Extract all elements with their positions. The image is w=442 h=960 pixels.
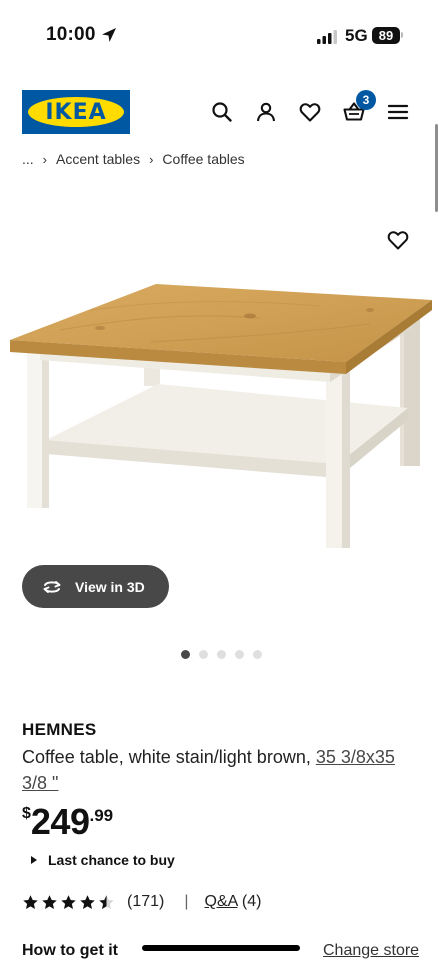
- breadcrumb-ellipsis[interactable]: ...: [22, 151, 34, 167]
- status-time: 10:00: [46, 24, 96, 45]
- pagination-dot[interactable]: [181, 650, 190, 659]
- signal-icon: [317, 30, 337, 44]
- availability-label: Last chance to buy: [48, 852, 175, 868]
- cart-count-badge: 3: [356, 90, 376, 110]
- breadcrumb: ... › Accent tables › Coffee tables: [22, 150, 245, 168]
- product-image[interactable]: [0, 220, 442, 580]
- product-price: $ 249 .99: [22, 803, 113, 843]
- view-in-3d-button[interactable]: View in 3D: [22, 565, 169, 608]
- menu-icon[interactable]: [386, 100, 410, 124]
- chevron-right-icon: ›: [149, 151, 154, 167]
- half-star-icon: [99, 894, 114, 909]
- product-type: Coffee table, white stain/light brown,: [22, 747, 316, 767]
- price-currency: $: [22, 805, 31, 822]
- chevron-right-icon: ›: [42, 151, 48, 167]
- star-icon: [23, 894, 38, 909]
- search-icon[interactable]: [210, 100, 234, 124]
- network-type: 5G: [345, 26, 368, 45]
- rating-row: (171) | Q&A (4): [22, 891, 261, 913]
- pagination-dot[interactable]: [199, 650, 208, 659]
- breadcrumb-accent-tables[interactable]: Accent tables: [56, 151, 140, 167]
- battery-icon: 89: [372, 27, 400, 44]
- price-main: 249: [30, 801, 90, 842]
- account-icon[interactable]: [254, 100, 278, 124]
- change-store-link[interactable]: Change store: [323, 942, 419, 960]
- qa-count: (4): [237, 893, 262, 910]
- product-name: HEMNES: [22, 720, 97, 739]
- status-bar: 10:00 5G 89: [0, 0, 442, 70]
- rotate-3d-icon: [43, 580, 61, 593]
- battery-tip: [401, 32, 403, 38]
- image-pagination: [181, 650, 262, 659]
- view-in-3d-label: View in 3D: [75, 578, 145, 595]
- pagination-dot[interactable]: [235, 650, 244, 659]
- pagination-dot[interactable]: [217, 650, 226, 659]
- location-arrow-icon: [102, 28, 116, 42]
- qa-link[interactable]: Q&A (4): [205, 893, 262, 911]
- star-icon: [42, 894, 57, 909]
- logo-oval: IKEA: [28, 97, 124, 127]
- price-cents: .99: [89, 806, 114, 825]
- ikea-logo[interactable]: IKEA: [22, 90, 130, 134]
- home-indicator: [142, 945, 300, 951]
- heart-icon[interactable]: [298, 100, 322, 124]
- availability-toggle[interactable]: Last chance to buy: [31, 852, 175, 868]
- logo-text: IKEA: [45, 99, 107, 125]
- product-description: Coffee table, white stain/light brown, 3…: [22, 744, 422, 796]
- favorite-heart-icon[interactable]: [385, 228, 411, 252]
- breadcrumb-coffee-tables[interactable]: Coffee tables: [162, 151, 244, 167]
- pagination-dot[interactable]: [253, 650, 262, 659]
- qa-label: Q&A: [204, 893, 238, 910]
- rating-count[interactable]: (171): [127, 893, 164, 911]
- caret-right-icon: [31, 856, 37, 864]
- rating-separator: |: [184, 893, 189, 910]
- star-icon: [61, 894, 76, 909]
- star-icon: [80, 894, 95, 909]
- star-rating[interactable]: [22, 894, 115, 911]
- scroll-indicator: [435, 124, 438, 212]
- how-to-get-heading: How to get it: [22, 942, 118, 959]
